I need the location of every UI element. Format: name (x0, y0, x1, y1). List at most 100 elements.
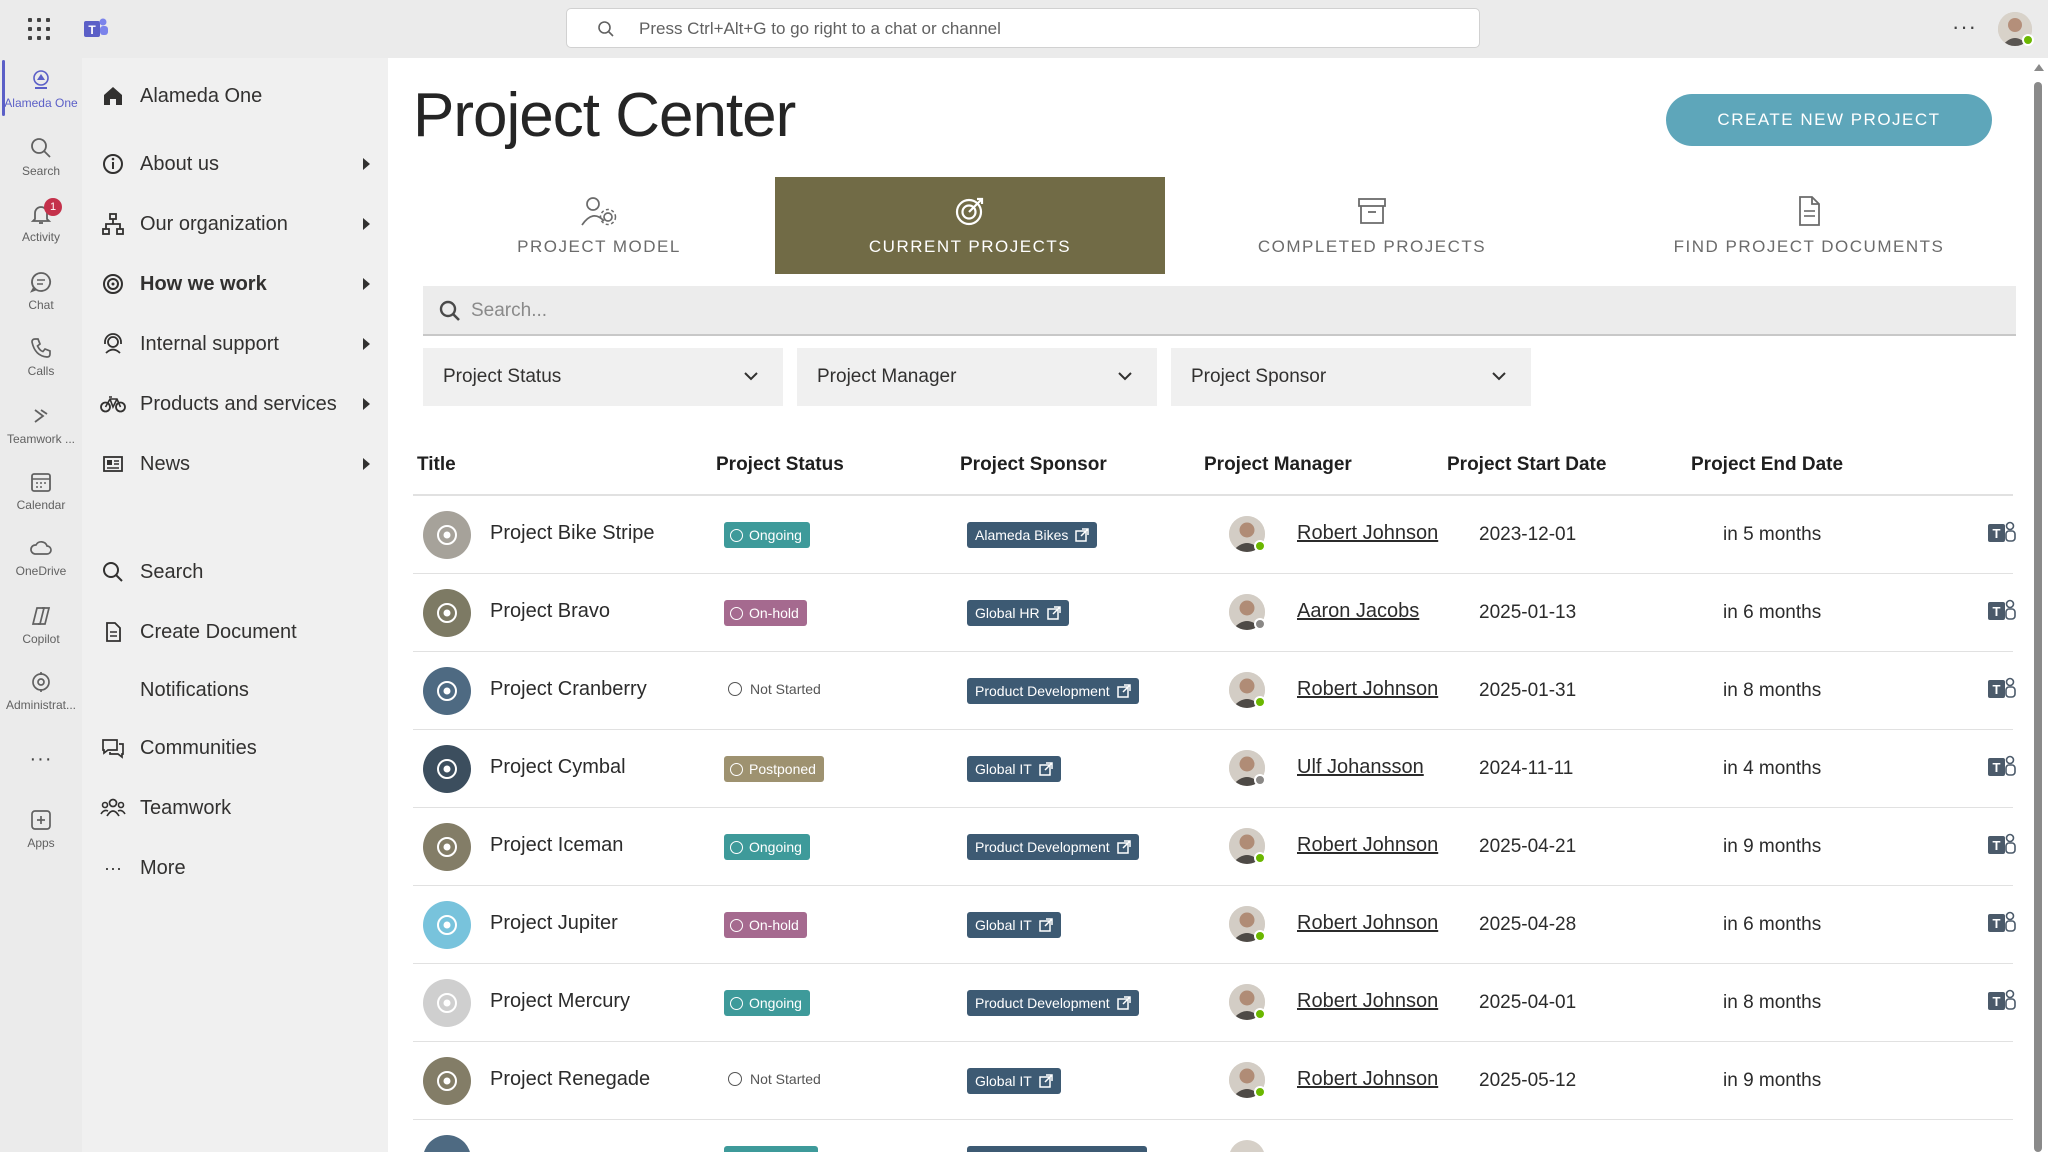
nav-news[interactable]: News (100, 444, 380, 484)
filter-project-manager[interactable]: Project Manager (797, 348, 1157, 406)
project-title[interactable]: Project Jupiter (490, 912, 618, 935)
table-row[interactable]: Project Bike Stripe Ongoing Alameda Bikes R… (413, 496, 2016, 574)
teams-channel-icon[interactable]: T (1987, 674, 2017, 704)
manager-link[interactable]: Robert Johnson (1297, 678, 1438, 701)
filter-label: Project Status (443, 366, 562, 387)
sponsor-badge[interactable]: Product Development (967, 834, 1139, 860)
nav-create-document[interactable]: Create Document (100, 612, 380, 652)
column-header-start-date[interactable]: Project Start Date (1447, 454, 1606, 476)
table-row[interactable]: Project Bravo On-hold Global HR Aaron Jacob… (413, 574, 2016, 652)
tab-current-projects[interactable]: CURRENT PROJECTS (775, 177, 1165, 274)
sponsor-badge[interactable]: Global HR (967, 600, 1069, 626)
tab-find-project-documents[interactable]: FIND PROJECT DOCUMENTS (1579, 177, 2039, 274)
column-header-title[interactable]: Title (417, 454, 456, 476)
nav-home[interactable]: Alameda One (100, 76, 380, 116)
manager-link[interactable]: Robert Johnson (1297, 990, 1438, 1013)
rail-item-activity[interactable]: 1 Activity (0, 198, 82, 244)
table-row[interactable]: Project Renegade Not Started Global IT Robe… (413, 1042, 2013, 1120)
column-header-end-date[interactable]: Project End Date (1691, 454, 1843, 476)
nav-about-us[interactable]: About us (100, 144, 380, 184)
manager-link[interactable]: Robert Johnson (1297, 834, 1438, 857)
scroll-up-arrow-icon[interactable] (2034, 64, 2044, 71)
project-title[interactable]: Project Renegade (490, 1068, 650, 1091)
table-row[interactable]: Project Cymbal Postponed Global IT Ulf Joha… (413, 730, 2016, 808)
more-options-icon[interactable]: ··· (1952, 14, 1977, 40)
scrollbar-thumb[interactable] (2034, 82, 2042, 1152)
expand-caret-icon[interactable] (363, 278, 370, 290)
sponsor-badge[interactable] (967, 1146, 1147, 1152)
manager-link[interactable]: Robert Johnson (1297, 522, 1438, 545)
global-search-input[interactable]: Press Ctrl+Alt+G to go right to a chat o… (566, 8, 1480, 48)
sponsor-badge[interactable]: Global IT (967, 756, 1061, 782)
project-title[interactable]: Project Bike Stripe (490, 522, 655, 545)
column-header-manager[interactable]: Project Manager (1204, 454, 1352, 476)
manager-link[interactable]: Robert Johnson (1297, 1068, 1438, 1091)
rail-item-copilot[interactable]: Copilot (0, 604, 82, 646)
teams-channel-icon[interactable]: T (1987, 596, 2017, 626)
rail-more-icon[interactable]: ··· (0, 748, 82, 771)
teams-channel-icon[interactable]: T (1987, 830, 2017, 860)
rail-label: Search (21, 164, 61, 178)
sponsor-badge[interactable]: Global IT (967, 1068, 1061, 1094)
project-title[interactable]: Project Bravo (490, 600, 610, 623)
rail-item-calendar[interactable]: Calendar (0, 470, 82, 512)
nav-communities[interactable]: Communities (100, 728, 380, 768)
expand-caret-icon[interactable] (363, 338, 370, 350)
rail-item-chat[interactable]: Chat (0, 270, 82, 312)
expand-caret-icon[interactable] (363, 398, 370, 410)
rail-item-onedrive[interactable]: OneDrive (0, 536, 82, 578)
project-title[interactable]: Project Cymbal (490, 756, 626, 779)
sponsor-badge[interactable]: Product Development (967, 678, 1139, 704)
sponsor-badge[interactable]: Alameda Bikes (967, 522, 1098, 548)
rail-item-calls[interactable]: Calls (0, 336, 82, 378)
sponsor-text: Global IT (975, 1073, 1032, 1089)
page-scrollbar[interactable] (2030, 58, 2048, 1152)
nav-notifications[interactable]: Notifications (100, 670, 380, 710)
expand-caret-icon[interactable] (363, 458, 370, 470)
sponsor-badge[interactable]: Product Development (967, 990, 1139, 1016)
tab-completed-projects[interactable]: COMPLETED PROJECTS (1165, 177, 1579, 274)
project-search-input[interactable]: Search... (423, 286, 2016, 336)
nav-our-organization[interactable]: Our organization (100, 204, 380, 244)
start-date: 2025-04-28 (1479, 914, 1577, 935)
sponsor-text: Product Development (975, 839, 1110, 855)
manager-link[interactable]: Robert Johnson (1297, 912, 1438, 935)
nav-internal-support[interactable]: Internal support (100, 324, 380, 364)
column-header-sponsor[interactable]: Project Sponsor (960, 454, 1107, 476)
svg-text:T: T (1993, 526, 2001, 541)
project-title[interactable]: Project Mercury (490, 990, 630, 1013)
filter-project-status[interactable]: Project Status (423, 348, 783, 406)
project-title[interactable]: Project Cranberry (490, 678, 647, 701)
rail-item-apps[interactable]: Apps (0, 808, 82, 850)
column-header-status[interactable]: Project Status (716, 454, 844, 476)
teams-channel-icon[interactable]: T (1987, 518, 2017, 548)
table-row[interactable] (413, 1120, 2013, 1152)
expand-caret-icon[interactable] (363, 218, 370, 230)
teams-channel-icon[interactable]: T (1987, 908, 2017, 938)
manager-link[interactable]: Ulf Johansson (1297, 756, 1424, 779)
project-title[interactable]: Project Iceman (490, 834, 623, 857)
tab-project-model[interactable]: PROJECT MODEL (423, 177, 775, 274)
avatar[interactable] (1229, 1140, 1265, 1152)
rail-item-alameda-one[interactable]: Alameda One (0, 68, 82, 110)
rail-item-search[interactable]: Search (0, 136, 82, 178)
nav-more[interactable]: ··· More (100, 848, 380, 888)
app-launcher-icon[interactable] (28, 18, 50, 40)
rail-item-teamwork[interactable]: Teamwork ... (0, 404, 82, 446)
rail-item-administration[interactable]: Administrat... (0, 670, 82, 712)
table-row[interactable]: Project Jupiter On-hold Global IT Robert Jo… (413, 886, 2016, 964)
table-row[interactable]: Project Cranberry Not Started Product Deve… (413, 652, 2016, 730)
table-row[interactable]: Project Mercury Ongoing Product Developmen… (413, 964, 2016, 1042)
create-new-project-button[interactable]: CREATE NEW PROJECT (1666, 94, 1992, 146)
filter-project-sponsor[interactable]: Project Sponsor (1171, 348, 1531, 406)
nav-teamwork[interactable]: Teamwork (100, 788, 380, 828)
table-row[interactable]: Project Iceman Ongoing Product Development… (413, 808, 2016, 886)
nav-how-we-work[interactable]: How we work (100, 264, 380, 304)
nav-search[interactable]: Search (100, 552, 380, 592)
manager-link[interactable]: Aaron Jacobs (1297, 600, 1419, 623)
nav-products-and-services[interactable]: Products and services (100, 384, 380, 424)
teams-channel-icon[interactable]: T (1987, 986, 2017, 1016)
sponsor-badge[interactable]: Global IT (967, 912, 1061, 938)
teams-channel-icon[interactable]: T (1987, 752, 2017, 782)
expand-caret-icon[interactable] (363, 158, 370, 170)
